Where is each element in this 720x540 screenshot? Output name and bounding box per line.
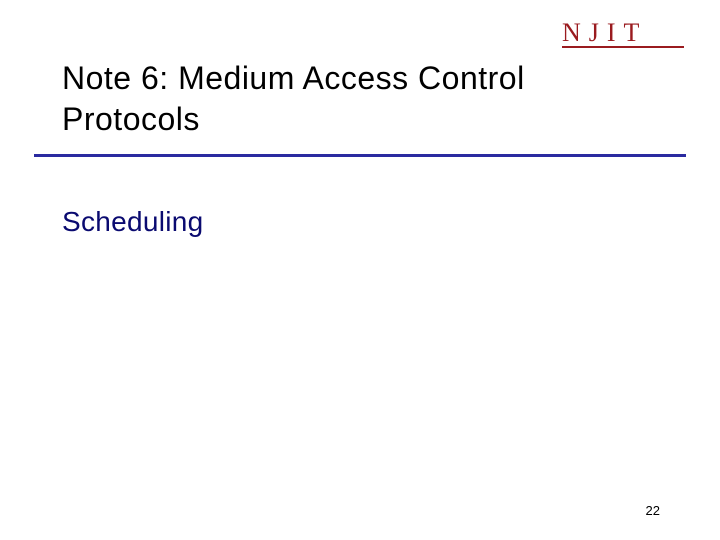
slide-title: Note 6: Medium Access Control Protocols [62, 58, 660, 140]
page-number: 22 [646, 503, 660, 518]
horizontal-rule [34, 154, 686, 157]
slide: NJIT Note 6: Medium Access Control Proto… [0, 0, 720, 540]
slide-subtitle: Scheduling [62, 206, 204, 238]
logo: NJIT [562, 18, 684, 48]
logo-text: NJIT [562, 18, 647, 48]
